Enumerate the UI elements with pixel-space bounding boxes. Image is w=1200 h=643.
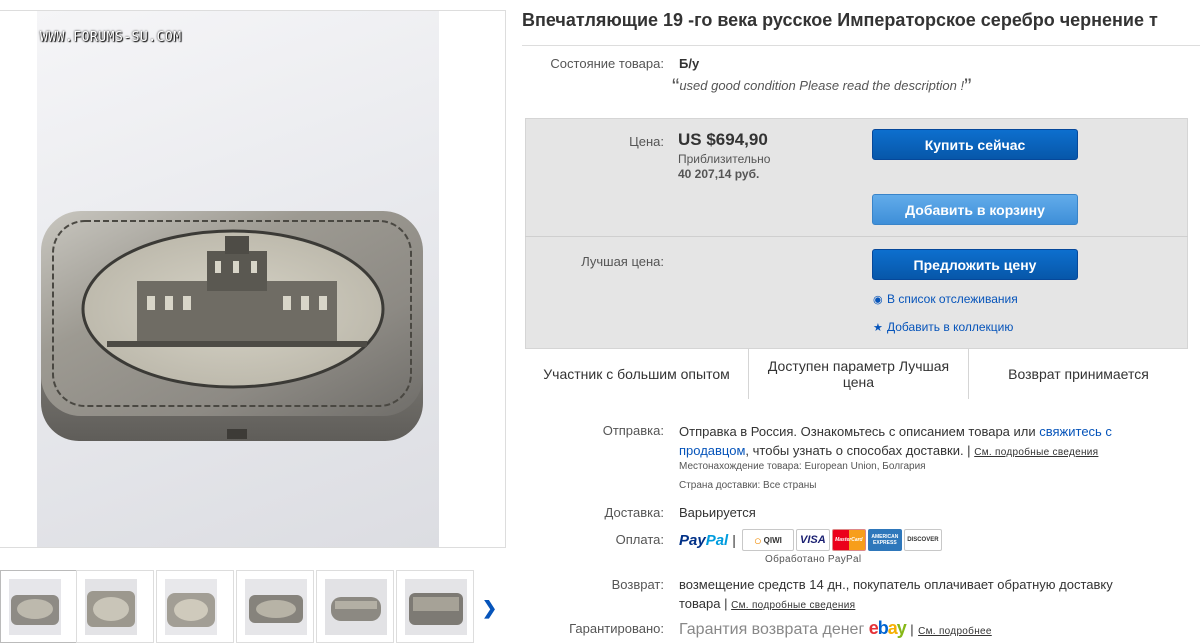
item-price: US $694,90 xyxy=(678,130,768,149)
visa-label: VISA xyxy=(800,534,826,546)
watchlist-label: В список отслеживания xyxy=(887,292,1018,306)
contact-seller-link[interactable]: свяжитесь с xyxy=(1039,424,1112,439)
qiwi-label: QIWI xyxy=(763,535,782,545)
ships-to: Страна доставки: Все страны xyxy=(679,480,817,491)
best-offer-label: Лучшая цена: xyxy=(581,254,664,269)
shipping-info: Отправка в Россия. Ознакомьтесь с описан… xyxy=(679,422,1179,462)
condition-description: “used good condition Please read the des… xyxy=(672,74,972,99)
thumbnail-6[interactable] xyxy=(396,570,474,643)
contact-seller-link-2[interactable]: продавцом xyxy=(679,443,745,458)
price-label: Цена: xyxy=(629,134,664,149)
silver-box-image xyxy=(41,211,423,441)
mastercard-icon: MasterCard xyxy=(831,529,866,551)
delivery-label: Доставка: xyxy=(604,505,664,520)
payment-label: Оплата: xyxy=(615,532,664,547)
seller-badges: Участник с большим опытом Доступен парам… xyxy=(525,348,1188,399)
eye-icon: ◉ xyxy=(873,294,883,306)
approx-price: 40 207,14 руб. xyxy=(678,167,760,181)
discover-icon: DISCOVER xyxy=(903,529,942,551)
payment-separator: | xyxy=(732,532,736,548)
thumbnail-2[interactable] xyxy=(76,570,154,643)
shipping-text-1: Отправка в Россия. Ознакомьтесь с описан… xyxy=(679,424,1040,439)
badge-best-offer: Доступен параметр Лучшая цена xyxy=(748,349,968,399)
thumbnail-3[interactable] xyxy=(156,570,234,643)
main-product-photo[interactable] xyxy=(37,11,439,547)
condition-label: Состояние товара: xyxy=(550,56,664,71)
returns-info: возмещение средств 14 дн., покупатель оп… xyxy=(679,575,1189,615)
badge-top-seller: Участник с большим опытом xyxy=(543,366,730,382)
paypal-pay-text: Pay xyxy=(679,531,706,549)
buy-now-button[interactable]: Купить сейчас xyxy=(872,129,1078,160)
buy-box-divider xyxy=(525,236,1188,237)
ebay-logo: ebay xyxy=(868,618,907,638)
paypal-pal-text: Pal xyxy=(705,531,729,549)
returns-text-2: товара | xyxy=(679,596,728,611)
delivery-value: Варьируется xyxy=(679,505,756,520)
returns-details-link[interactable]: См. подробные сведения xyxy=(731,600,855,611)
qiwi-icon: ○ QIWI xyxy=(741,529,794,551)
amex-icon: AMERICAN EXPRESS xyxy=(867,529,902,551)
watchlist-link[interactable]: ◉ В список отслеживания xyxy=(873,292,1018,306)
thumbnail-strip xyxy=(0,570,480,643)
returns-label: Возврат: xyxy=(611,577,664,592)
processed-by-paypal: Обработано PayPal xyxy=(765,554,862,565)
thumbnail-1[interactable] xyxy=(0,570,78,643)
guarantee-label: Гарантировано: xyxy=(569,621,664,636)
returns-text-1: возмещение средств 14 дн., покупатель оп… xyxy=(679,577,1113,592)
approx-label: Приблизительно xyxy=(678,152,771,166)
visa-icon: VISA xyxy=(795,529,830,551)
make-offer-button[interactable]: Предложить цену xyxy=(872,249,1078,280)
shipping-details-link[interactable]: См. подробные сведения xyxy=(974,447,1098,458)
item-title: Впечатляющие 19 -го века русское Императ… xyxy=(522,10,1158,30)
shipping-text-2: , чтобы узнать о способах доставки. | xyxy=(745,443,971,458)
watermark: WWW.FORUMS-SU.COM xyxy=(40,30,182,45)
discover-label: DISCOVER xyxy=(907,537,939,543)
shipping-label: Отправка: xyxy=(602,423,664,438)
item-location: Местонахождение товара: European Union, … xyxy=(679,461,926,472)
add-collection-label: Добавить в коллекцию xyxy=(887,320,1014,334)
condition-description-text: used good condition Please read the desc… xyxy=(679,78,965,93)
add-collection-link[interactable]: ★ Добавить в коллекцию xyxy=(873,320,1013,334)
mastercard-label: MasterCard xyxy=(835,537,863,543)
payment-methods: PayPal | ○ QIWI VISA MasterCard AMERICAN … xyxy=(679,528,944,552)
title-divider xyxy=(522,45,1200,46)
money-back-guarantee: Гарантия возврата денег ebay | См. подро… xyxy=(679,618,992,638)
thumbnail-5[interactable] xyxy=(316,570,394,643)
thumbnail-4[interactable] xyxy=(236,570,314,643)
guarantee-details-link[interactable]: См. подробнее xyxy=(918,626,992,637)
badge-returns: Возврат принимается xyxy=(968,349,1188,399)
add-to-cart-button[interactable]: Добавить в корзину xyxy=(872,194,1078,225)
guarantee-text: Гарантия возврата денег xyxy=(679,621,865,638)
chevron-right-icon[interactable]: ❯ xyxy=(482,598,498,620)
paypal-logo: PayPal xyxy=(679,532,728,549)
condition-value: Б/у xyxy=(679,56,700,71)
amex-label: AMERICAN EXPRESS xyxy=(871,534,899,546)
star-icon: ★ xyxy=(873,322,883,334)
